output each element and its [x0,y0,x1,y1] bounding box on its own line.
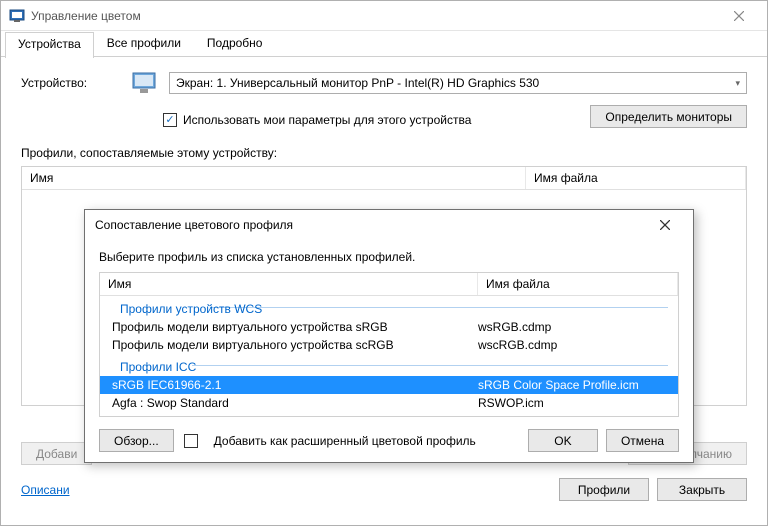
modal-col-file[interactable]: Имя файла [478,273,678,295]
ok-button[interactable]: OK [528,429,598,452]
window-title: Управление цветом [31,9,719,23]
app-icon [9,8,25,24]
footer-buttons: Профили Закрыть [559,478,747,501]
dialog-actions: Обзор... Добавить как расширенный цветов… [99,429,679,452]
tab-all-profiles[interactable]: Все профили [94,31,194,57]
tab-bar: Устройства Все профили Подробно [1,31,767,57]
close-button[interactable]: Закрыть [657,478,747,501]
device-label: Устройство: [21,76,131,90]
profile-row[interactable]: Профиль модели виртуального устройства s… [100,336,678,354]
profile-row[interactable]: Agfa : Swop Standard RSWOP.icm [100,394,678,412]
dialog-title: Сопоставление цветового профиля [95,218,647,232]
close-icon[interactable] [719,2,759,30]
cancel-button[interactable]: Отмена [606,429,679,452]
dialog-titlebar: Сопоставление цветового профиля [85,210,693,240]
profile-list-table: Имя Имя файла Профили устройств WCS Проф… [99,272,679,417]
associate-profile-dialog: Сопоставление цветового профиля Выберите… [84,209,694,463]
use-my-settings-checkbox[interactable]: ✓ [163,113,177,127]
use-my-settings-label: Использовать мои параметры для этого уст… [183,113,471,127]
device-dropdown[interactable]: Экран: 1. Универсальный монитор PnP - In… [169,72,747,94]
add-button[interactable]: Добави [21,442,92,465]
col-file-header[interactable]: Имя файла [526,167,746,189]
profile-list-body[interactable]: Профили устройств WCS Профиль модели вир… [100,296,678,416]
group-icc: Профили ICC [100,354,678,376]
about-profiles-link[interactable]: Описани [21,483,70,497]
profile-list-header: Имя Имя файла [100,273,678,296]
profiles-section-label: Профили, сопоставляемые этому устройству… [21,146,747,160]
profiles-table-header: Имя Имя файла [22,167,746,190]
tab-advanced[interactable]: Подробно [194,31,276,57]
add-advanced-checkbox[interactable] [184,433,204,448]
add-advanced-label: Добавить как расширенный цветовой профил… [214,434,476,448]
device-value: Экран: 1. Универсальный монитор PnP - In… [176,76,539,90]
color-management-window: Управление цветом Устройства Все профили… [0,0,768,526]
titlebar: Управление цветом [1,1,767,31]
modal-col-name[interactable]: Имя [100,273,478,295]
profile-row-selected[interactable]: sRGB IEC61966-2.1 sRGB Color Space Profi… [100,376,678,394]
browse-button[interactable]: Обзор... [99,429,174,452]
dialog-close-icon[interactable] [647,212,683,238]
profile-row[interactable]: Профиль модели виртуального устройства s… [100,318,678,336]
identify-monitors-button[interactable]: Определить мониторы [590,105,747,128]
device-row: Устройство: Экран: 1. Универсальный мони… [21,71,747,95]
col-name-header[interactable]: Имя [22,167,526,189]
chevron-down-icon: ▾ [735,78,740,89]
group-wcs: Профили устройств WCS [100,296,678,318]
monitor-icon [131,71,159,95]
profiles-button[interactable]: Профили [559,478,649,501]
tab-devices[interactable]: Устройства [5,32,94,58]
dialog-instruction: Выберите профиль из списка установленных… [99,250,679,264]
